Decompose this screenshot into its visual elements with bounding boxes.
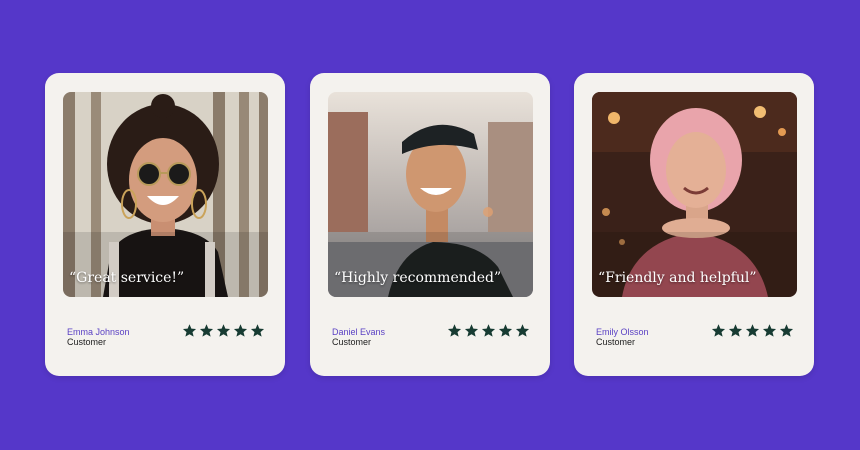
customer-photo: “Highly recommended” (328, 92, 533, 297)
customer-role: Customer (332, 337, 372, 347)
star-rating (711, 323, 794, 338)
star-icon (481, 324, 496, 337)
testimonial-card-emily-olsson: “Friendly and helpful” Emily Olsson Cust… (574, 73, 814, 376)
star-icon (216, 324, 231, 337)
customer-photo: “Great service!” (63, 92, 268, 297)
testimonial-quote: “Great service!” (69, 270, 185, 286)
star-icon (515, 324, 530, 337)
star-icon (728, 324, 743, 337)
star-icon (762, 324, 777, 337)
star-icon (182, 324, 197, 337)
star-rating (447, 323, 530, 338)
testimonial-quote: “Highly recommended” (334, 270, 502, 286)
star-icon (464, 324, 479, 337)
customer-role: Customer (67, 337, 107, 347)
star-icon (779, 324, 794, 337)
star-icon (711, 324, 726, 337)
portrait-image (328, 92, 533, 297)
star-icon (745, 324, 760, 337)
star-rating (182, 323, 265, 338)
customer-role: Customer (596, 337, 636, 347)
customer-photo: “Friendly and helpful” (592, 92, 797, 297)
star-icon (447, 324, 462, 337)
testimonial-quote: “Friendly and helpful” (598, 270, 757, 286)
testimonial-card-daniel-evans: “Highly recommended” Daniel Evans Custom… (310, 73, 550, 376)
star-icon (250, 324, 265, 337)
portrait-image (63, 92, 268, 297)
testimonial-card-emma-johnson: “Great service!” Emma Johnson Customer (45, 73, 285, 376)
star-icon (199, 324, 214, 337)
star-icon (233, 324, 248, 337)
star-icon (498, 324, 513, 337)
portrait-image (592, 92, 797, 297)
